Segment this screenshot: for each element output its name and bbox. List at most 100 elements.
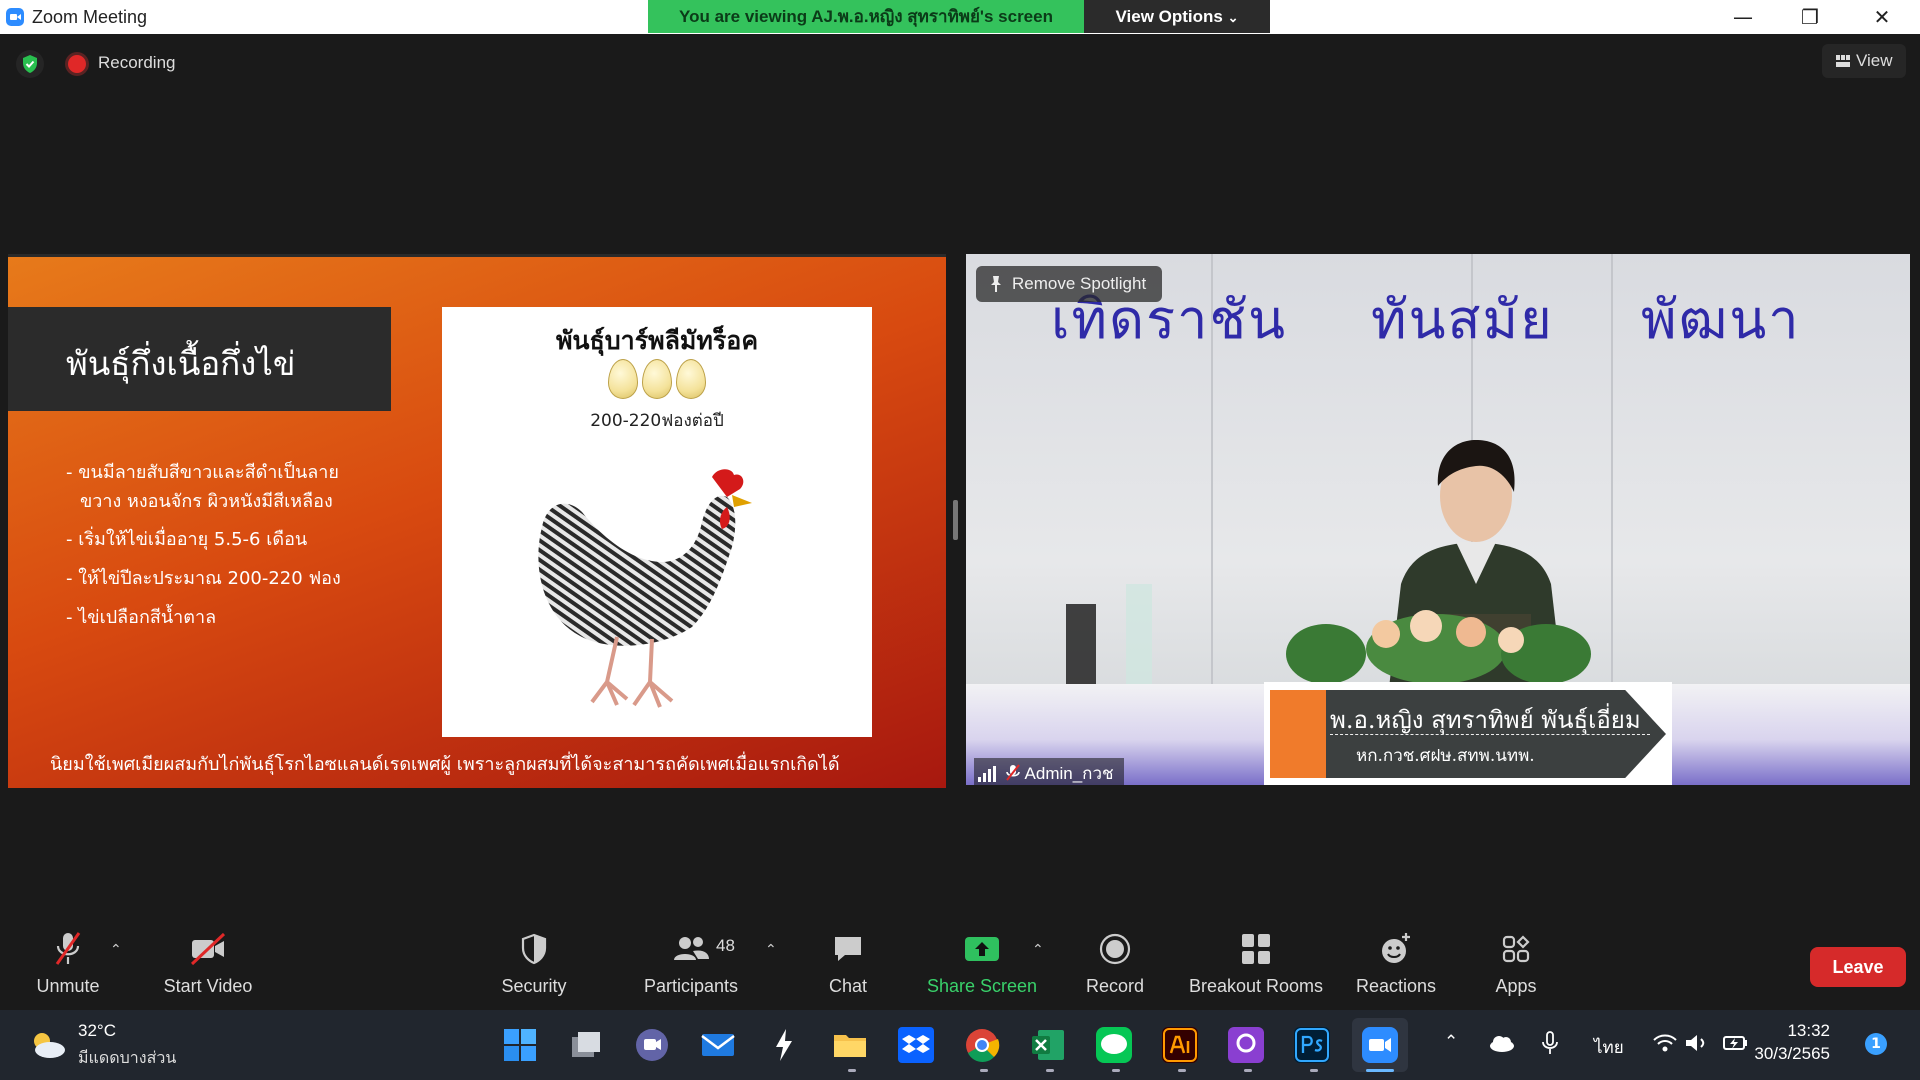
remove-spotlight-button[interactable]: Remove Spotlight [976,266,1162,302]
notification-badge[interactable]: 1 [1865,1033,1887,1055]
caption-position: หก.กวช.ศฝษ.สทพ.นทพ. [1356,746,1535,766]
shield-icon [521,933,547,965]
weather-condition: มีแดดบางส่วน [78,1048,177,1067]
restore-button[interactable]: ❐ [1780,0,1840,34]
signal-bars-icon [978,766,996,782]
split-resize-handle[interactable] [953,500,958,540]
chevron-down-icon: ⌄ [1227,10,1239,25]
viewing-screen-banner: You are viewing AJ.พ.อ.หญิง สุทราทิพย์'s… [648,0,1084,33]
barred-rock-chicken-image [538,469,752,708]
spotlight-video[interactable]: เทิดราชัน ทันสมัย พัฒนา Remove Spotlight… [966,254,1910,785]
encryption-shield-icon[interactable] [16,50,44,78]
illustrator-icon[interactable] [1162,1027,1198,1063]
participants-options-caret[interactable]: ⌃ [765,942,777,958]
teams-chat-icon[interactable] [634,1027,670,1063]
apps-button[interactable]: Apps [1490,930,1542,997]
recording-label: Recording [98,53,176,72]
weather-temperature[interactable]: 32°C [78,1021,116,1041]
shared-screen-slide: พันธุ์กึ่งเนื้อกึ่งไข่ - ขนมีลายสับสีขาว… [8,254,946,788]
windows-taskbar [0,1010,1920,1080]
pdf-app-icon[interactable] [1228,1027,1264,1063]
apps-label: Apps [1495,976,1537,996]
record-icon [1099,933,1131,965]
share-screen-label: Share Screen [926,976,1038,996]
chat-button[interactable]: Chat [818,930,878,997]
task-view-icon[interactable] [568,1027,604,1063]
security-button[interactable]: Security [496,930,572,997]
running-indicator [1112,1069,1120,1072]
participants-icon [674,937,709,960]
pin-icon [991,276,1001,292]
chat-icon [835,937,861,961]
volume-icon[interactable] [1684,1032,1710,1054]
line-app-icon[interactable] [1096,1027,1132,1063]
chat-label: Chat [828,976,868,996]
minimize-button[interactable]: — [1713,0,1773,34]
share-screen-icon [965,937,999,961]
bolt-app-icon[interactable] [766,1027,802,1063]
flower-arrangement [1286,610,1591,684]
wifi-icon[interactable] [1652,1032,1678,1054]
photoshop-icon[interactable] [1294,1027,1330,1063]
slide-title: พันธุ์กึ่งเนื้อกึ่งไข่ [66,344,296,383]
windows-start-icon[interactable] [502,1027,538,1063]
zoom-taskbar-icon[interactable] [1362,1027,1398,1063]
egg-icon [676,359,706,399]
running-indicator [980,1069,988,1072]
participants-button[interactable]: 48 Participants [640,930,742,997]
backdrop-text: ทันสมัย [1371,288,1554,351]
egg-icon [608,359,638,399]
zoom-logo-icon [6,8,24,26]
running-indicator [848,1069,856,1072]
slide-footer: นิยมใช้เพศเมียผสมกับไก่พันธุ์โรกไอซแลนด์… [50,754,840,775]
breakout-rooms-icon [1242,934,1270,964]
caption-divider [1330,734,1650,735]
weather-icon[interactable] [28,1030,68,1060]
slide-bullet: ขวาง หงอนจักร ผิวหนังมีสีเหลือง [80,491,333,512]
onedrive-cloud-icon[interactable] [1488,1032,1516,1054]
leave-button[interactable]: Leave [1810,947,1906,987]
security-label: Security [501,976,567,996]
muted-mic-icon [1005,764,1020,781]
chrome-icon[interactable] [964,1027,1000,1063]
reactions-label: Reactions [1355,976,1437,996]
slide-bullet: - ไข่เปลือกสีน้ำตาล [66,607,217,628]
unmute-button[interactable]: Unmute [28,930,108,997]
taskbar-date[interactable]: 30/3/2565 [1754,1044,1830,1064]
card-subtitle: 200-220ฟองต่อปี [590,411,724,431]
breakout-rooms-label: Breakout Rooms [1188,976,1324,996]
dropbox-icon[interactable] [898,1027,934,1063]
show-hidden-icons-chevron[interactable]: ⌃ [1444,1032,1458,1052]
file-explorer-icon[interactable] [832,1027,868,1063]
battery-charging-icon[interactable] [1722,1032,1750,1054]
record-button[interactable]: Record [1080,930,1150,997]
running-indicator [1046,1069,1054,1072]
reactions-button[interactable]: Reactions [1354,930,1438,997]
participant-name: Admin_กวช [1024,764,1114,783]
running-indicator [1310,1069,1318,1072]
remove-spotlight-label: Remove Spotlight [1012,274,1147,293]
audio-options-caret[interactable]: ⌃ [110,942,122,958]
caption-orange-block [1270,690,1326,778]
breakout-rooms-button[interactable]: Breakout Rooms [1186,930,1326,997]
view-button[interactable]: View [1822,44,1906,78]
slide-bullet: - ให้ไข่ปีละประมาณ 200-220 ฟอง [66,568,341,589]
taskbar-time[interactable]: 13:32 [1770,1021,1830,1041]
participants-label: Participants [643,976,739,996]
share-options-caret[interactable]: ⌃ [1032,942,1044,958]
start-video-label: Start Video [163,976,253,996]
participants-count: 48 [716,936,735,955]
record-label: Record [1085,976,1145,996]
active-indicator [1366,1069,1394,1072]
wall-panel [1611,254,1613,694]
microphone-icon[interactable] [1540,1030,1560,1056]
card-title: พันธุ์บาร์พลีมัทร็อค [555,326,759,355]
excel-icon[interactable] [1030,1027,1066,1063]
view-options-button[interactable]: View Options ⌄ [1084,0,1270,33]
input-language-indicator[interactable]: ไทย [1594,1034,1624,1061]
mail-icon[interactable] [700,1027,736,1063]
start-video-button[interactable]: Start Video [156,930,260,997]
slide-bullet: - เริ่มให้ไข่เมื่ออายุ 5.5-6 เดือน [66,529,308,550]
share-screen-button[interactable]: Share Screen [924,930,1040,997]
close-button[interactable]: ✕ [1852,0,1912,34]
